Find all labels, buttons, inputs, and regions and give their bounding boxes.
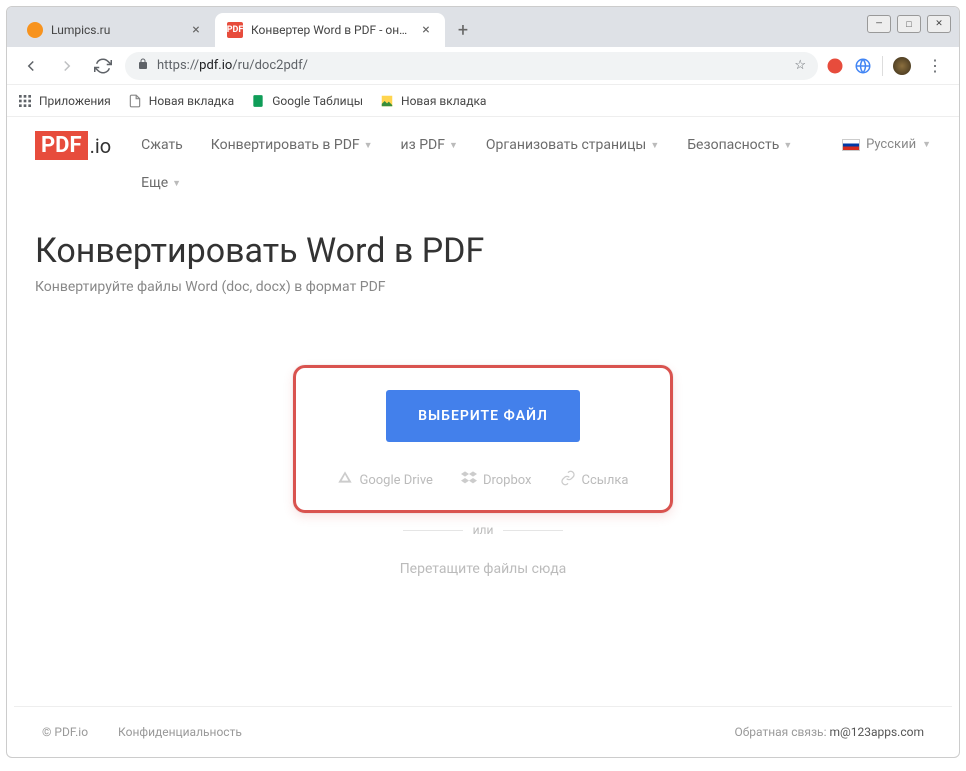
chevron-down-icon: ▼ — [364, 140, 373, 151]
menu-button[interactable]: ⋮ — [921, 52, 949, 80]
drop-hint: Перетащите файлы сюда — [7, 561, 959, 577]
window-close-button[interactable]: ✕ — [927, 15, 951, 33]
or-divider: или — [7, 523, 959, 537]
page-content: PDF.io Сжать Конвертировать в PDF▼ из PD… — [7, 117, 959, 577]
page-icon — [127, 93, 143, 109]
browser-tab-lumpics[interactable]: Lumpics.ru × — [15, 13, 215, 47]
source-label: Dropbox — [483, 473, 532, 488]
privacy-link[interactable]: Конфиденциальность — [118, 725, 242, 739]
link-icon — [560, 470, 576, 490]
apps-button[interactable]: Приложения — [17, 93, 111, 109]
bookmark-label: Приложения — [39, 94, 111, 108]
bookmark-item[interactable]: Новая вкладка — [127, 93, 234, 109]
nav-more[interactable]: Еще▼ — [141, 175, 181, 191]
extension-icons: ⋮ — [826, 52, 949, 80]
image-icon — [379, 93, 395, 109]
source-google-drive[interactable]: Google Drive — [337, 470, 432, 490]
tab-strip: Lumpics.ru × PDF Конвертер Word в PDF - … — [7, 7, 959, 47]
chevron-down-icon: ▼ — [172, 178, 181, 189]
bookmarks-bar: Приложения Новая вкладка Google Таблицы … — [7, 85, 959, 117]
avatar[interactable] — [893, 57, 911, 75]
tab-favicon-icon: PDF — [227, 22, 243, 38]
tab-title: Конвертер Word в PDF - онлай... — [251, 23, 411, 37]
feedback-label: Обратная связь: — [734, 725, 829, 739]
feedback-email-link[interactable]: m@123apps.com — [829, 725, 924, 739]
page-title: Конвертировать Word в PDF — [35, 231, 931, 271]
language-switcher[interactable]: Русский ▼ — [842, 131, 931, 152]
choose-file-button[interactable]: ВЫБЕРИТЕ ФАЙЛ — [386, 390, 580, 442]
nav-compress[interactable]: Сжать — [141, 137, 183, 153]
logo-pdf-text: PDF — [35, 131, 88, 160]
chevron-down-icon: ▼ — [922, 139, 931, 150]
language-label: Русский — [866, 137, 916, 152]
flag-ru-icon — [842, 139, 860, 151]
forward-button[interactable] — [53, 52, 81, 80]
nav-organize[interactable]: Организовать страницы▼ — [486, 137, 659, 153]
google-drive-icon — [337, 470, 353, 490]
copyright: © PDF.io — [42, 725, 88, 739]
extension-icon[interactable] — [826, 57, 844, 75]
sheets-icon — [250, 93, 266, 109]
bookmark-label: Новая вкладка — [149, 94, 234, 108]
dropbox-icon — [461, 470, 477, 490]
chevron-down-icon: ▼ — [449, 140, 458, 151]
bookmark-label: Новая вкладка — [401, 94, 486, 108]
logo-io-text: .io — [90, 134, 112, 158]
source-label: Ссылка — [582, 473, 629, 488]
main-nav: Сжать Конвертировать в PDF▼ из PDF▼ Орга… — [141, 131, 812, 191]
browser-toolbar: https://pdf.io/ru/doc2pdf/ ☆ ⋮ — [7, 47, 959, 85]
bookmark-item[interactable]: Новая вкладка — [379, 93, 486, 109]
nav-from-pdf[interactable]: из PDF▼ — [401, 137, 458, 153]
extension-icon[interactable] — [854, 57, 872, 75]
address-bar[interactable]: https://pdf.io/ru/doc2pdf/ ☆ — [125, 52, 818, 80]
back-button[interactable] — [17, 52, 45, 80]
tab-close-icon[interactable]: × — [419, 23, 433, 37]
footer: © PDF.io Конфиденциальность Обратная свя… — [14, 706, 952, 757]
bookmark-star-icon[interactable]: ☆ — [794, 58, 806, 73]
logo[interactable]: PDF.io — [35, 131, 111, 160]
bookmark-label: Google Таблицы — [272, 94, 363, 108]
window-minimize-button[interactable]: — — [867, 15, 891, 33]
bookmark-item[interactable]: Google Таблицы — [250, 93, 363, 109]
page-subtitle: Конвертируйте файлы Word (doc, docx) в ф… — [35, 279, 931, 295]
source-label: Google Drive — [359, 473, 432, 488]
tab-title: Lumpics.ru — [51, 23, 181, 37]
chevron-down-icon: ▼ — [650, 140, 659, 151]
chevron-down-icon: ▼ — [783, 140, 792, 151]
tab-favicon-icon — [27, 22, 43, 38]
lock-icon — [137, 58, 149, 74]
source-link[interactable]: Ссылка — [560, 470, 629, 490]
new-tab-button[interactable]: + — [449, 16, 477, 44]
source-dropbox[interactable]: Dropbox — [461, 470, 532, 490]
apps-grid-icon — [17, 93, 33, 109]
profile-divider — [882, 56, 883, 76]
nav-security[interactable]: Безопасность▼ — [687, 137, 792, 153]
tab-close-icon[interactable]: × — [189, 23, 203, 37]
nav-convert-to-pdf[interactable]: Конвертировать в PDF▼ — [211, 137, 373, 153]
reload-button[interactable] — [89, 52, 117, 80]
browser-tab-pdfio[interactable]: PDF Конвертер Word в PDF - онлай... × — [215, 13, 445, 47]
upload-panel: ВЫБЕРИТЕ ФАЙЛ Google Drive Dropbox Ссылк… — [293, 365, 673, 513]
url-text: https://pdf.io/ru/doc2pdf/ — [157, 58, 308, 73]
window-maximize-button[interactable]: □ — [897, 15, 921, 33]
